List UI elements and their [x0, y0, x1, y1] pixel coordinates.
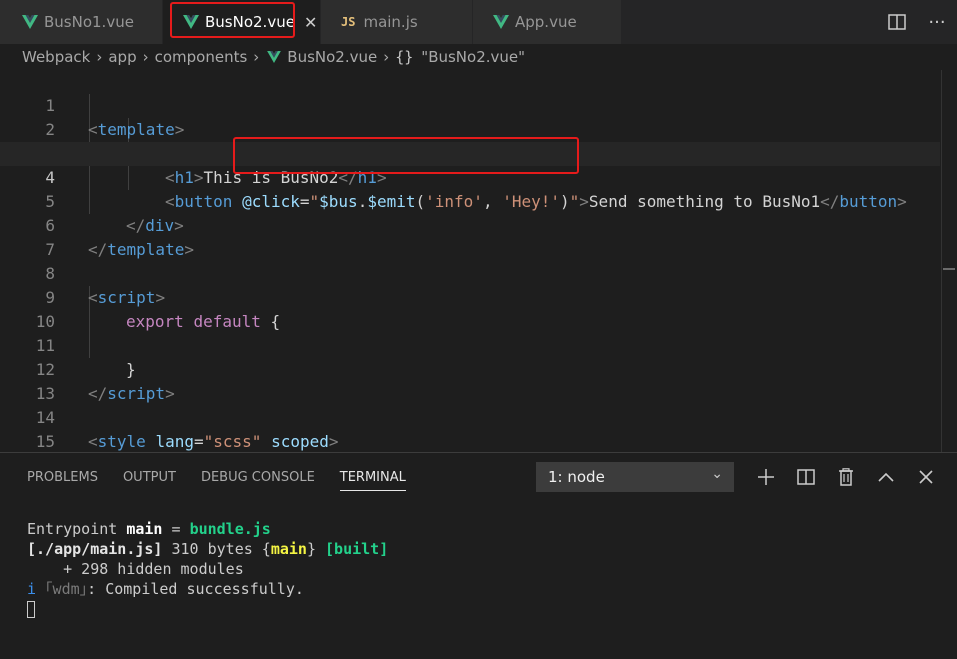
panel-actions [746, 457, 946, 497]
breadcrumb: Webpack › app › components › BusNo2.vue … [0, 44, 957, 70]
close-panel-icon[interactable] [906, 457, 946, 497]
code-line: 10 [0, 286, 940, 331]
tab-problems[interactable]: PROBLEMS [27, 453, 98, 501]
code-line: 2 <div> [0, 94, 940, 163]
tab-debug-console[interactable]: DEBUG CONSOLE [201, 453, 315, 501]
vertical-scrollbar[interactable] [941, 70, 957, 452]
code-line: 12 </script> [0, 334, 940, 403]
terminal-output[interactable]: Entrypoint main = bundle.js [./app/main.j… [27, 499, 388, 659]
panel-tabs: PROBLEMS OUTPUT DEBUG CONSOLE TERMINAL [0, 453, 431, 501]
vue-icon [493, 15, 509, 29]
tab-busno2[interactable]: BusNo2.vue ✕ [163, 0, 321, 44]
split-editor-icon[interactable] [877, 2, 917, 42]
terminal-line: [./app/main.js] 310 bytes {main} [built] [27, 540, 389, 558]
terminal-line: Entrypoint main = bundle.js [27, 520, 271, 538]
tab-busno1[interactable]: BusNo1.vue [0, 0, 163, 44]
breadcrumb-item[interactable]: BusNo2.vue [287, 48, 377, 66]
code-line: 9 export default { [0, 262, 940, 331]
code-line: 14 <style lang="scss" scoped> [0, 382, 940, 451]
chevron-right-icon: › [383, 48, 390, 66]
terminal-select[interactable]: 1: node ⌄ [536, 462, 734, 492]
code-line: 1 <template> [0, 70, 940, 139]
maximize-panel-icon[interactable] [866, 457, 906, 497]
terminal-line [27, 599, 388, 619]
breadcrumb-item[interactable]: components [155, 48, 248, 66]
chevron-right-icon: › [96, 48, 103, 66]
terminal-select-value: 1: node [548, 468, 605, 486]
chevron-right-icon: › [253, 48, 260, 66]
chevron-down-icon: ⌄ [711, 466, 723, 482]
tab-app-vue[interactable]: App.vue [473, 0, 622, 44]
tab-main-js[interactable]: JS main.js [321, 0, 473, 44]
js-icon: JS [341, 15, 356, 29]
editor-tab-bar: BusNo1.vue BusNo2.vue ✕ JS main.js App.v… [0, 0, 957, 44]
bottom-panel: PROBLEMS OUTPUT DEBUG CONSOLE TERMINAL 1… [0, 452, 957, 618]
code-line-current: 4 <button @click="$bus.$emit('info', 'He… [0, 142, 940, 211]
more-actions-icon[interactable]: ··· [917, 2, 957, 42]
code-line: 16 </style> [0, 430, 940, 452]
tab-terminal[interactable]: TERMINAL [339, 453, 407, 501]
code-line: 8 <script> [0, 238, 940, 307]
tab-output[interactable]: OUTPUT [123, 453, 176, 501]
tab-label: main.js [363, 13, 418, 31]
tab-label: BusNo1.vue [44, 13, 134, 31]
code-line: 6 </template> [0, 190, 940, 259]
close-icon[interactable]: ✕ [304, 13, 317, 32]
vue-icon [22, 15, 38, 29]
vue-icon [183, 15, 199, 29]
scrollbar-cursor-marker [943, 268, 955, 270]
chevron-right-icon: › [142, 48, 149, 66]
trash-icon[interactable] [826, 457, 866, 497]
code-line: 15 [0, 406, 940, 451]
new-terminal-icon[interactable] [746, 457, 786, 497]
terminal-line: + 298 hidden modules [27, 560, 244, 578]
tab-label: BusNo2.vue [205, 13, 295, 31]
breadcrumb-symbol[interactable]: "BusNo2.vue" [421, 48, 525, 66]
code-line: 11 } [0, 310, 940, 379]
code-line: 13 [0, 358, 940, 403]
code-editor[interactable]: 1 <template> 2 <div> 3 <h1>This is BusNo… [0, 70, 957, 452]
split-terminal-icon[interactable] [786, 457, 826, 497]
terminal-cursor [27, 601, 35, 618]
vue-icon [267, 51, 282, 63]
editor-actions: ··· [877, 0, 957, 44]
breadcrumb-item[interactable]: Webpack [22, 48, 90, 66]
code-line: 3 <h1>This is BusNo2</h1> [0, 118, 940, 187]
terminal-line: i ｢wdm｣: Compiled successfully. [27, 580, 304, 598]
code-line: 7 [0, 214, 940, 259]
tab-label: App.vue [515, 13, 577, 31]
code-line: 5 </div> [0, 166, 940, 235]
symbol-namespace-icon: {} [395, 48, 414, 66]
breadcrumb-item[interactable]: app [108, 48, 136, 66]
